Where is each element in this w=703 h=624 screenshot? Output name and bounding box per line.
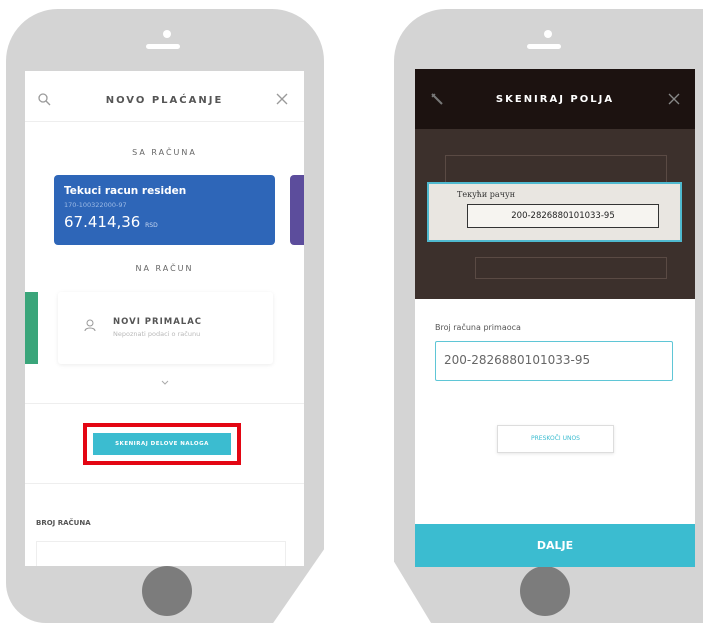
account-balance: 67.414,36: [64, 213, 141, 231]
speaker-slot: [527, 44, 561, 49]
home-button[interactable]: [142, 566, 192, 616]
page-title: SKENIRAJ POLJA: [495, 94, 615, 105]
new-recipient-card[interactable]: NOVI PRIMALAC Nepoznati podaci o računu: [58, 292, 273, 364]
home-button[interactable]: [520, 566, 570, 616]
scan-field-value: 200-2826880101033-95: [511, 211, 615, 221]
account-number: 170-100322000-97: [64, 201, 127, 209]
scan-field-label: Текући рачун: [457, 190, 516, 199]
recipient-subtitle: Nepoznati podaci o računu: [113, 330, 201, 338]
speaker-slot: [146, 44, 180, 49]
account-card[interactable]: Tekuci racun residen 170-100322000-97 67…: [54, 175, 275, 245]
close-icon[interactable]: [668, 93, 680, 105]
chevron-down-icon[interactable]: [161, 380, 169, 386]
skip-entry-button[interactable]: PRESKOČI UNOS: [497, 425, 614, 453]
previous-recipient-peek[interactable]: [25, 292, 38, 364]
account-number-label: BROJ RAČUNA: [36, 519, 91, 527]
divider: [25, 121, 304, 122]
scan-region: Текући рачун 200-2826880101033-95: [427, 182, 682, 242]
field-label: Broj računa primaoca: [435, 323, 521, 332]
account-number-input[interactable]: 200-2826880101033-95: [435, 341, 673, 381]
camera-dot: [544, 30, 552, 38]
next-button[interactable]: DALJE: [415, 524, 695, 567]
account-name: Tekuci racun residen: [64, 185, 187, 197]
doc-field-blur: [475, 257, 667, 279]
divider: [25, 403, 304, 404]
account-balance-row: 67.414,36 RSD: [64, 213, 158, 231]
scan-fields-screen: Текући рачун 200-2826880101033-95 SKENIR…: [415, 69, 695, 567]
page-title: NOVO PLAĆANJE: [105, 95, 224, 106]
recipient-title: NOVI PRIMALAC: [113, 317, 203, 327]
divider: [25, 483, 304, 484]
next-account-card-peek[interactable]: [290, 175, 304, 245]
new-payment-screen: NOVO PLAĆANJE SA RAČUNA Tekuci racun res…: [25, 71, 304, 566]
from-account-label: SA RAČUNA: [132, 148, 197, 157]
account-number-input[interactable]: [36, 541, 286, 566]
scan-order-button[interactable]: SKENIRAJ DELOVE NALOGA: [93, 433, 231, 455]
camera-dot: [163, 30, 171, 38]
account-currency: RSD: [145, 222, 158, 229]
close-icon[interactable]: [276, 93, 288, 105]
to-account-label: NA RAČUN: [135, 264, 194, 273]
scan-field-box: 200-2826880101033-95: [467, 204, 659, 228]
account-number-value: 200-2826880101033-95: [444, 353, 591, 367]
user-add-icon: [84, 319, 96, 332]
